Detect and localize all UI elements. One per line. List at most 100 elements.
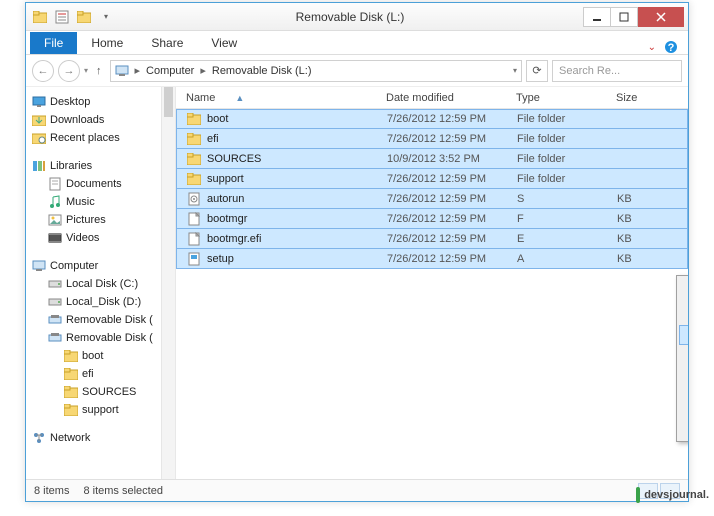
nav-computer[interactable]: Computer — [30, 257, 171, 275]
libraries-icon — [32, 159, 46, 173]
file-type: S — [517, 193, 617, 205]
tab-share[interactable]: Share — [137, 32, 197, 54]
network-icon — [32, 431, 46, 445]
nav-recent[interactable]: Recent places — [30, 129, 171, 147]
table-row[interactable]: boot7/26/2012 12:59 PMFile folder — [176, 109, 688, 129]
breadcrumb-current[interactable]: Removable Disk (L:) — [212, 65, 312, 77]
column-size[interactable]: Size — [616, 92, 688, 104]
refresh-button[interactable]: ⟳ — [526, 60, 548, 82]
table-row[interactable]: SOURCES 10/9/2012 3:52 PMFile folder — [176, 149, 688, 169]
table-row[interactable]: support7/26/2012 12:59 PMFile folder — [176, 169, 688, 189]
nav-downloads[interactable]: Downloads — [30, 111, 171, 129]
nav-libraries[interactable]: Libraries — [30, 157, 171, 175]
status-item-count: 8 items — [34, 485, 69, 497]
removable-icon — [48, 331, 62, 345]
context-menu: Send to▶ Cut Copy Create shortcut Delete… — [676, 275, 688, 442]
recent-dropdown-icon[interactable]: ▾ — [84, 66, 88, 75]
column-name[interactable]: Name▲ — [186, 92, 386, 104]
file-type: File folder — [517, 173, 617, 185]
nav-documents[interactable]: Documents — [30, 175, 171, 193]
ctx-cut[interactable]: Cut — [679, 305, 688, 325]
ctx-rename[interactable]: Rename — [679, 392, 688, 412]
nav-videos[interactable]: Videos — [30, 229, 171, 247]
nav-desktop[interactable]: Desktop — [30, 93, 171, 111]
nav-local-d[interactable]: Local_Disk (D:) — [30, 293, 171, 311]
tab-home[interactable]: Home — [77, 32, 137, 54]
nav-network[interactable]: Network — [30, 429, 171, 447]
file-name: bootmgr.efi — [207, 233, 261, 245]
nav-music[interactable]: Music — [30, 193, 171, 211]
new-folder-icon[interactable] — [74, 7, 94, 27]
close-button[interactable] — [638, 7, 684, 27]
file-date: 7/26/2012 12:59 PM — [387, 133, 517, 145]
file-size: KB — [617, 253, 687, 265]
column-type[interactable]: Type — [516, 92, 616, 104]
qat-dropdown-icon[interactable]: ▾ — [96, 7, 116, 27]
watermark: devsjournal. — [636, 489, 709, 501]
pictures-icon — [48, 213, 62, 227]
ctx-send-to[interactable]: Send to▶ — [679, 278, 688, 298]
ribbon-expand-icon[interactable]: ⌄ — [648, 42, 656, 53]
forward-button[interactable]: → — [58, 60, 80, 82]
address-dropdown-icon[interactable]: ▾ — [513, 66, 517, 75]
table-row[interactable]: bootmgr7/26/2012 12:59 PMFKB — [176, 209, 688, 229]
ctx-delete[interactable]: Delete — [679, 372, 688, 392]
music-icon — [48, 195, 62, 209]
search-input[interactable]: Search Re... — [552, 60, 682, 82]
ctx-properties[interactable]: Properties — [679, 419, 688, 439]
ctx-copy[interactable]: Copy — [679, 325, 688, 345]
file-date: 7/26/2012 12:59 PM — [387, 173, 517, 185]
svg-text:?: ? — [668, 42, 675, 54]
folder-icon — [30, 7, 50, 27]
file-type: File folder — [517, 133, 617, 145]
file-name: SOURCES — [207, 153, 261, 165]
file-type: E — [517, 233, 617, 245]
back-button[interactable]: ← — [32, 60, 54, 82]
minimize-button[interactable] — [583, 7, 611, 27]
file-date: 7/26/2012 12:59 PM — [387, 113, 517, 125]
tab-view[interactable]: View — [197, 32, 251, 54]
address-bar[interactable]: ▸ Computer ▸ Removable Disk (L:) ▾ — [110, 60, 522, 82]
nav-scrollbar[interactable] — [161, 87, 175, 479]
nav-support[interactable]: support — [30, 401, 171, 419]
file-type: File folder — [517, 113, 617, 125]
folder-icon — [187, 172, 201, 186]
nav-removable-1[interactable]: Removable Disk ( — [30, 311, 171, 329]
nav-local-c[interactable]: Local Disk (C:) — [30, 275, 171, 293]
nav-efi[interactable]: efi — [30, 365, 171, 383]
titlebar: ▾ Removable Disk (L:) — [26, 3, 688, 31]
table-row[interactable]: setup7/26/2012 12:59 PMAKB — [176, 249, 688, 269]
table-row[interactable]: bootmgr.efi7/26/2012 12:59 PMEKB — [176, 229, 688, 249]
navigation-pane: Desktop Downloads Recent places Librarie… — [26, 87, 176, 479]
status-selected-count: 8 items selected — [83, 485, 162, 497]
file-date: 7/26/2012 12:59 PM — [387, 213, 517, 225]
drive-icon — [48, 277, 62, 291]
breadcrumb-computer[interactable]: Computer — [146, 65, 194, 77]
up-button[interactable]: ↑ — [92, 65, 106, 77]
ctx-create-shortcut[interactable]: Create shortcut — [679, 352, 688, 372]
file-type: File folder — [517, 153, 617, 165]
nav-pictures[interactable]: Pictures — [30, 211, 171, 229]
file-date: 10/9/2012 3:52 PM — [387, 153, 517, 165]
nav-sources[interactable]: SOURCES — [30, 383, 171, 401]
chevron-right-icon[interactable]: ▸ — [198, 64, 208, 77]
file-list-pane: Name▲ Date modified Type Size boot7/26/2… — [176, 87, 688, 479]
help-icon[interactable]: ? — [664, 40, 678, 54]
file-date: 7/26/2012 12:59 PM — [387, 253, 517, 265]
chevron-right-icon[interactable]: ▸ — [133, 64, 143, 77]
folder-icon — [187, 152, 201, 166]
documents-icon — [48, 177, 62, 191]
folder-icon — [187, 132, 201, 146]
properties-icon[interactable] — [52, 7, 72, 27]
file-size: KB — [617, 193, 687, 205]
folder-icon — [64, 403, 78, 417]
nav-boot[interactable]: boot — [30, 347, 171, 365]
table-row[interactable]: efi7/26/2012 12:59 PMFile folder — [176, 129, 688, 149]
column-date[interactable]: Date modified — [386, 92, 516, 104]
nav-removable-2[interactable]: Removable Disk ( — [30, 329, 171, 347]
maximize-button[interactable] — [610, 7, 638, 27]
downloads-icon — [32, 113, 46, 127]
tab-file[interactable]: File — [30, 32, 77, 54]
table-row[interactable]: autorun7/26/2012 12:59 PMSKB — [176, 189, 688, 209]
explorer-window: ▾ Removable Disk (L:) File Home Share Vi… — [25, 2, 689, 502]
